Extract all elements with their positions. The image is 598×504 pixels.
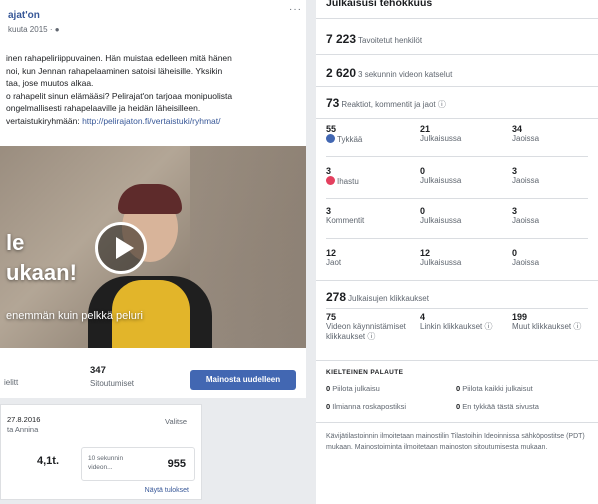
play-icon[interactable] (95, 222, 147, 274)
other-clicks-cell: 199 Muut klikkaukset ⓘ (512, 312, 582, 331)
post-text-line: taa, jose muutos alkaa. (6, 78, 94, 88)
globe-icon: ● (54, 25, 60, 34)
divider (326, 156, 588, 157)
divider (326, 198, 588, 199)
post-date[interactable]: kuuta 2015 · ● (8, 25, 298, 34)
comments-cell: 3 Kommentit (326, 206, 365, 225)
select-dropdown[interactable]: Valitse (165, 417, 187, 426)
love-post-cell: 0 Julkaisussa (420, 166, 462, 185)
video-views-label: 10 sekunnin videon... (88, 455, 124, 471)
shares-post-cell: 12 Julkaisussa (420, 248, 462, 267)
post-stats: ielitt 347 Sitoutumiset Mainosta uudelle… (0, 352, 306, 398)
support-group-link[interactable]: http://pelirajaton.fi/vertaistuki/ryhmat… (82, 116, 220, 126)
divider (316, 422, 598, 423)
divider (316, 118, 598, 119)
divider (326, 308, 588, 309)
video-caption: enemmän kuin pelkkä peluri (6, 310, 143, 322)
promotion-card: 27.8.2016 ta Annina Valitse 4,1t. 10 sek… (0, 404, 202, 500)
hide-all-stat: 0 Piilota kaikki julkaisut (456, 384, 533, 393)
video-views-box: 10 sekunnin videon... 955 (81, 447, 195, 481)
divider (316, 280, 598, 281)
divider (316, 86, 598, 87)
post-text-line: noi, kun Jennan rahapelaaminen satoisi l… (6, 65, 223, 76)
likes-cell: 55 Tykkää (326, 124, 363, 144)
show-results-link[interactable]: Näytä tulokset (145, 487, 189, 494)
panel-title: Julkaisusi tehokkuus (326, 0, 433, 9)
video-overlay-text: le (6, 230, 25, 255)
comments-post-cell: 0 Julkaisussa (420, 206, 462, 225)
footer-note: Kävijätilastoinnin ilmoitetaan mainostil… (326, 433, 585, 451)
love-cell: 3 Ihastu (326, 166, 359, 186)
comments-shares-cell: 3 Jaoissa (512, 206, 540, 225)
divider (326, 238, 588, 239)
love-icon (326, 176, 335, 185)
performance-panel: Julkaisusi tehokkuus 7 223 Tavoitetut hen… (316, 0, 598, 504)
likes-shares-cell: 34 Jaoissa (512, 124, 540, 143)
post-header: ajat'on kuuta 2015 · ● (8, 10, 298, 40)
page-name-link[interactable]: ajat'on (8, 10, 298, 21)
hide-post-stat: 0 Piilota julkaisu (326, 384, 380, 393)
post-text-line: inen rahapeliriippuvainen. Hän muistaa e… (6, 53, 232, 63)
video-views-value: 955 (167, 458, 186, 470)
promotion-reach: 4,1t. (37, 455, 60, 467)
divider (316, 360, 598, 361)
video-overlay-text: ukaan! (6, 260, 77, 285)
promotion-author: ta Annina (7, 425, 39, 434)
like-icon (326, 134, 335, 143)
negative-feedback-title: KIELTEINEN PALAUTE (326, 369, 404, 376)
likes-post-cell: 21 Julkaisussa (420, 124, 462, 143)
unlike-page-stat: 0 En tykkää tästä sivusta (456, 402, 539, 411)
boost-again-button[interactable]: Mainosta uudelleen (190, 370, 296, 390)
reach-label: ielitt (4, 378, 19, 387)
post-text-line: vertaistukiryhmään: http://pelirajaton.f… (6, 115, 221, 126)
more-options-icon[interactable]: ··· (289, 4, 302, 15)
post-text-line: o rahapelit sinun elämääsi? Pelirajat'on… (6, 90, 233, 101)
divider (316, 54, 598, 55)
video-player[interactable]: le ukaan! enemmän kuin pelkkä peluri (0, 146, 306, 348)
love-shares-cell: 3 Jaoissa (512, 166, 540, 185)
clicks-metric: 278 Julkaisujen klikkaukset (326, 290, 429, 304)
post-panel: ajat'on kuuta 2015 · ● ··· inen rahapeli… (0, 0, 306, 504)
post-text-line: ongelmallisesti rahapelaaville ja heidän… (6, 103, 201, 113)
post-text: inen rahapeliriippuvainen. Hän muistaa e… (6, 52, 302, 127)
engagement-label: Sitoutumiset (90, 379, 135, 388)
report-spam-stat: 0 Ilmianna roskapostiksi (326, 402, 407, 411)
person-headscarf (118, 184, 182, 214)
engagement-count: 347 (90, 365, 106, 376)
reactions-metric[interactable]: 73 Reaktiot, kommentit ja jaot ⓘ (326, 94, 446, 112)
reach-metric: 7 223 Tavoitetut henkilöt (326, 32, 423, 46)
shares-cell: 12 Jaot (326, 248, 342, 267)
shares-shares-cell: 0 Jaoissa (512, 248, 540, 267)
promotion-date: 27.8.2016 (7, 415, 41, 424)
video-clicks-cell: 75 Videon käynnistämiset klikkaukset ⓘ (326, 312, 406, 341)
post-card: ajat'on kuuta 2015 · ● ··· inen rahapeli… (0, 0, 306, 398)
views-metric: 2 620 3 sekunnin videon katselut (326, 66, 453, 80)
link-clicks-cell: 4 Linkin klikkaukset ⓘ (420, 312, 493, 331)
divider (316, 18, 598, 19)
